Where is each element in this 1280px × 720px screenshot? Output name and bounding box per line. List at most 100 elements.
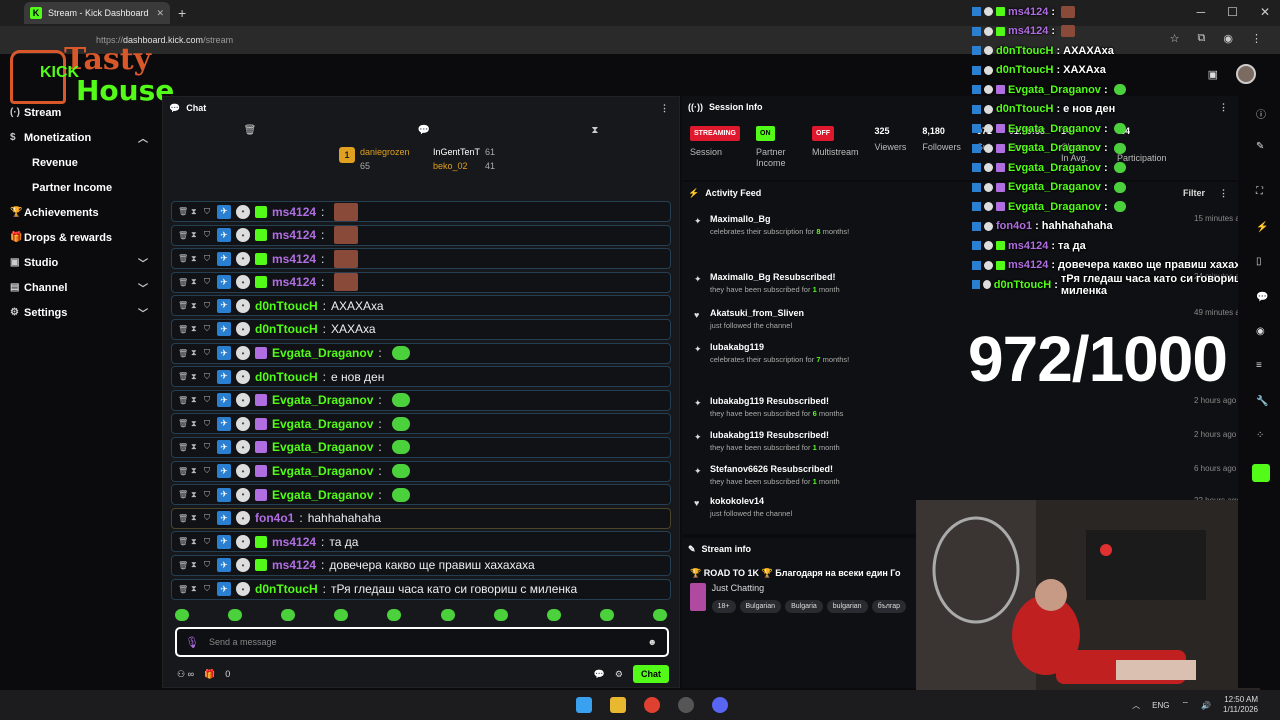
chat-username[interactable]: Evgata_Draganov (272, 346, 373, 360)
wifi-icon[interactable]: ⌔ (1182, 700, 1190, 710)
trash-icon[interactable]: 🗑 (178, 467, 188, 476)
chat-message[interactable]: 🗑 ⧗ ⛉ ✈ • Evgata_Draganov: (171, 342, 671, 364)
hourglass-icon[interactable]: ⧗ (591, 125, 598, 136)
shield-icon[interactable]: ⛉ (204, 395, 212, 405)
hourglass-icon[interactable]: ⧗ (191, 324, 199, 334)
chat-message[interactable]: 🗑 ⧗ ⛉ ✈ • d0nTtoucH: е нов ден (171, 366, 671, 388)
chat-message[interactable]: 🗑 ⧗ ⛉ ✈ • d0nTtoucH: ХАХАха (171, 318, 671, 340)
activity-item[interactable]: ✦ lubakabg119 Resubscribed! they have been… (694, 430, 1236, 452)
hourglass-icon[interactable]: ⧗ (191, 490, 199, 500)
discord-icon[interactable] (712, 697, 728, 713)
chat-message[interactable]: 🗑 ⧗ ⛉ ✈ • Evgata_Draganov: (171, 460, 671, 482)
chat-username[interactable]: d0nTtoucH (255, 370, 318, 384)
bolt-icon[interactable]: ⚡ (1256, 222, 1268, 233)
shield-icon[interactable]: ⛉ (204, 513, 212, 523)
sidebar-item-drops[interactable]: 🎁 Drops & rewards (0, 225, 162, 250)
emote-icon[interactable] (281, 609, 296, 621)
emote-icon[interactable] (599, 609, 614, 621)
infinity-icon[interactable]: ⚇ ∞ (177, 669, 194, 680)
shield-icon[interactable]: ⛉ (204, 207, 212, 217)
new-tab-button[interactable]: + (178, 5, 186, 21)
hourglass-icon[interactable]: ⧗ (191, 584, 199, 594)
file-explorer-icon[interactable] (610, 697, 626, 713)
shield-icon[interactable]: ⛉ (204, 419, 212, 429)
multistream-off-badge[interactable]: OFF (812, 126, 834, 141)
trash-icon[interactable]: 🗑 (178, 419, 188, 428)
chat-message[interactable]: 🗑 ⧗ ⛉ ✈ • d0nTtoucH: тРя гледаш часа като си г… (171, 578, 671, 600)
trash-icon[interactable]: 🗑 (178, 372, 188, 381)
sidebar-item-settings[interactable]: ⚙ Settings ﹀ (0, 300, 162, 325)
chat-username[interactable]: Evgata_Draganov (272, 440, 373, 454)
trash-icon[interactable]: 🗑 (178, 278, 188, 287)
trash-icon[interactable]: 🗑 (178, 301, 188, 310)
hourglass-icon[interactable]: ⧗ (191, 230, 199, 240)
hourglass-icon[interactable]: ⧗ (191, 419, 199, 429)
chat-message[interactable]: 🗑 ⧗ ⛉ ✈ • ms4124: довечера какво ще правиш хах… (171, 554, 671, 576)
shield-icon[interactable]: ⛉ (204, 442, 212, 452)
trash-icon[interactable]: 🗑 (178, 585, 188, 594)
pen-icon[interactable]: ✎ (1256, 141, 1266, 152)
sidebar-item-channel[interactable]: ▤ Channel ﹀ (0, 275, 162, 300)
hourglass-icon[interactable]: ⧗ (191, 301, 199, 311)
speaker-icon[interactable]: 🔊 (1201, 701, 1211, 710)
chat-menu-icon[interactable]: ⋮ (660, 103, 669, 114)
chat-message[interactable]: 🗑 ⧗ ⛉ ✈ • ms4124: (171, 271, 671, 293)
activity-item[interactable]: ✦ Stefanov6626 Resubscribed! they have bee… (694, 464, 1236, 486)
trash-icon[interactable]: 🗑 (178, 490, 188, 499)
shield-icon[interactable]: ⛉ (204, 301, 212, 311)
emote-icon[interactable] (652, 609, 667, 621)
shield-icon[interactable]: ⛉ (204, 277, 212, 287)
sidebar-item-achievements[interactable]: 🏆 Achievements (0, 200, 162, 225)
trash-icon[interactable]: 🗑 (178, 561, 188, 570)
chat-username[interactable]: ms4124 (272, 535, 316, 549)
hourglass-icon[interactable]: ⧗ (191, 513, 199, 523)
chat-message[interactable]: 🗑 ⧗ ⛉ ✈ • Evgata_Draganov: (171, 436, 671, 458)
info-icon[interactable]: ⓘ (1256, 106, 1266, 121)
chat-username[interactable]: d0nTtoucH (255, 582, 318, 596)
chat-username[interactable]: Evgata_Draganov (272, 417, 373, 431)
chat-username[interactable]: Evgata_Draganov (272, 464, 373, 478)
chat-message[interactable]: 🗑 ⧗ ⛉ ✈ • ms4124: (171, 224, 671, 246)
chat-message[interactable]: 🗑 ⧗ ⛉ ✈ • fon4o1: hahhahahaha (171, 507, 671, 529)
chat-icon[interactable]: 💬 (1256, 292, 1268, 303)
chat-username[interactable]: ms4124 (272, 275, 316, 289)
sidebar-item-monetization[interactable]: $ Monetization ︿ (0, 125, 162, 150)
chat-message[interactable]: 🗑 ⧗ ⛉ ✈ • Evgata_Draganov: (171, 389, 671, 411)
chat-username[interactable]: Evgata_Draganov (272, 393, 373, 407)
mic-icon[interactable]: 🎙 (185, 636, 199, 649)
trash-icon[interactable]: 🗑 (178, 396, 188, 405)
chat-username[interactable]: ms4124 (272, 252, 316, 266)
chat-username[interactable]: Evgata_Draganov (272, 488, 373, 502)
shield-icon[interactable]: ⛉ (204, 466, 212, 476)
chat-message[interactable]: 🗑 ⧗ ⛉ ✈ • Evgata_Draganov: (171, 484, 671, 506)
shield-icon[interactable]: ⛉ (204, 348, 212, 358)
hourglass-icon[interactable]: ⧗ (191, 277, 199, 287)
emote-icon[interactable] (440, 609, 455, 621)
trash-icon[interactable]: 🗑 (178, 443, 188, 452)
hourglass-icon[interactable]: ⧗ (191, 254, 199, 264)
trash-icon[interactable]: 🗑 (178, 207, 188, 216)
chrome-icon[interactable] (644, 697, 660, 713)
list-icon[interactable]: ≡ (1256, 360, 1266, 371)
sidebar-item-studio[interactable]: ▣ Studio ﹀ (0, 250, 162, 275)
emoji-icon[interactable]: ☻ (648, 637, 657, 647)
chat-message[interactable]: 🗑 ⧗ ⛉ ✈ • ms4124: (171, 201, 671, 222)
shield-icon[interactable]: ⛉ (204, 584, 212, 594)
chat-settings-icon[interactable]: 💬 (594, 669, 605, 680)
send-chat-button[interactable]: Chat (633, 665, 669, 683)
page-icon[interactable]: ▯ (1256, 256, 1266, 267)
emote-icon[interactable] (334, 609, 349, 621)
emote-icon[interactable] (387, 609, 402, 621)
chat-username[interactable]: fon4o1 (255, 511, 294, 525)
shield-icon[interactable]: ⛉ (204, 324, 212, 334)
trash-icon[interactable]: 🗑 (178, 254, 188, 263)
emote-icon[interactable] (493, 609, 508, 621)
trash-icon[interactable]: 🗑 (178, 514, 188, 523)
trash-icon[interactable]: 🗑 (244, 125, 257, 136)
shield-icon[interactable]: ⛉ (204, 560, 212, 570)
emote-icon[interactable] (228, 609, 243, 621)
emote-icon[interactable] (175, 609, 189, 621)
activity-item[interactable]: ✦ lubakabg119 Resubscribed! they have been… (694, 396, 1236, 418)
chat-message[interactable]: 🗑 ⧗ ⛉ ✈ • ms4124: та да (171, 531, 671, 553)
hourglass-icon[interactable]: ⧗ (191, 372, 199, 382)
